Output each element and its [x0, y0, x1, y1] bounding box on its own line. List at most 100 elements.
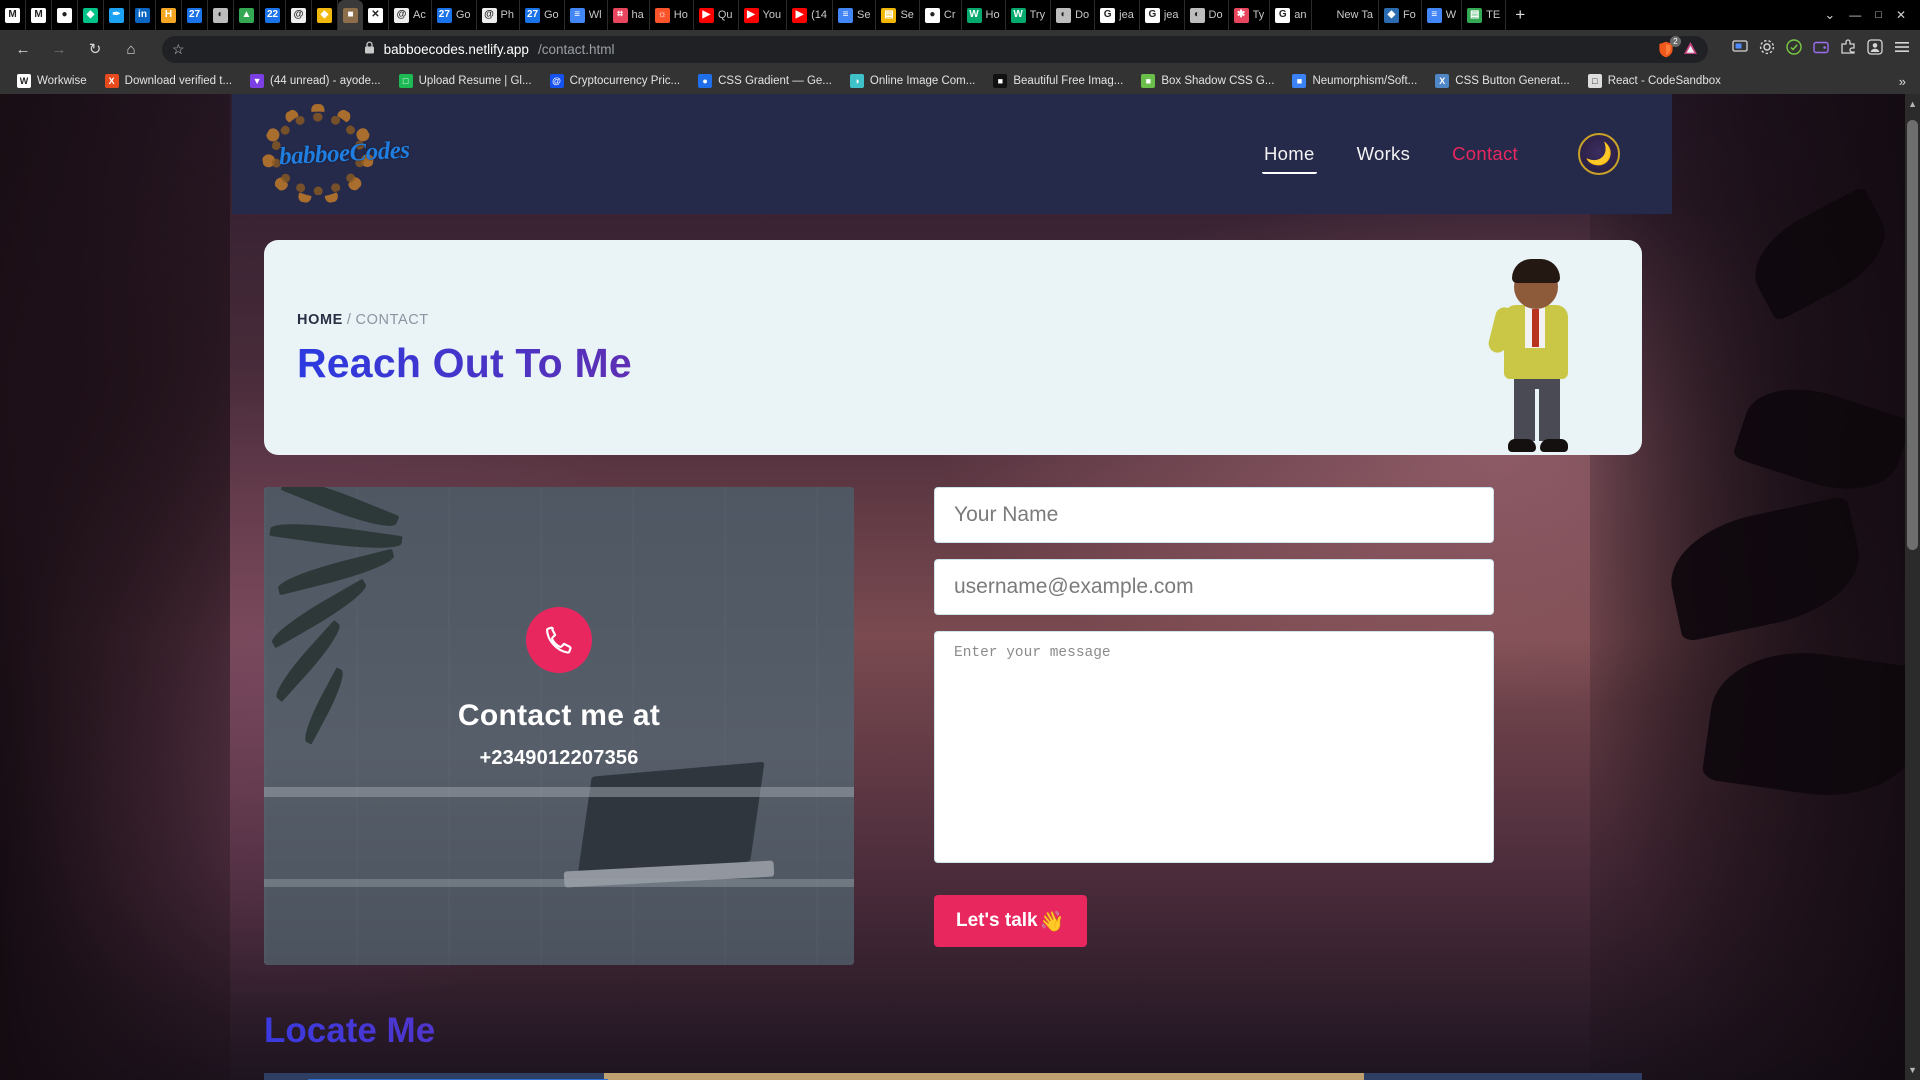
browser-tab[interactable]: ≡ W	[1422, 0, 1463, 30]
reload-button[interactable]: ↻	[82, 36, 108, 62]
breadcrumb-home[interactable]: HOME	[297, 312, 343, 328]
bookmark-item[interactable]: X Download verified t...	[96, 74, 241, 88]
bookmark-item[interactable]: ● CSS Gradient — Ge...	[689, 74, 841, 88]
bookmark-item[interactable]: @ Cryptocurrency Pric...	[541, 74, 690, 88]
browser-tab[interactable]: ◆ Fo	[1379, 0, 1422, 30]
bookmark-item[interactable]: ■ Beautiful Free Imag...	[984, 74, 1132, 88]
phone-number[interactable]: +2349012207356	[479, 747, 638, 770]
maximize-button[interactable]: □	[1875, 9, 1882, 21]
tab-search-icon[interactable]: ⌄	[1824, 7, 1835, 23]
browser-tab[interactable]: ✒	[104, 0, 130, 30]
submit-button[interactable]: Let's talk 👋	[934, 895, 1087, 947]
browser-tab[interactable]: ≡ Wl	[565, 0, 608, 30]
browser-tab[interactable]: W Ho	[962, 0, 1006, 30]
forward-button[interactable]: →	[46, 36, 72, 62]
page-scrollbar[interactable]: ▲ ▼	[1905, 94, 1920, 1080]
scrollbar-thumb[interactable]	[1907, 120, 1918, 550]
message-textarea[interactable]: Enter your message	[934, 631, 1494, 863]
browser-tab[interactable]: 27 Go	[520, 0, 565, 30]
browser-tab[interactable]: W Try	[1006, 0, 1052, 30]
bookmark-item[interactable]: W Workwise	[8, 74, 96, 88]
brave-rewards-icon[interactable]	[1786, 38, 1802, 60]
bookmark-star-icon[interactable]: ☆	[172, 41, 185, 58]
browser-tab[interactable]: ● Cr	[920, 0, 962, 30]
browser-tab[interactable]: ■	[338, 0, 363, 30]
browser-tab[interactable]: ✕	[363, 0, 389, 30]
browser-tab[interactable]: 27 Go	[432, 0, 477, 30]
bookmark-favicon-icon: ◑	[849, 74, 864, 88]
browser-tab[interactable]: 27	[182, 0, 208, 30]
browser-tab[interactable]: Gan	[1270, 0, 1313, 30]
close-button[interactable]: ✕	[1896, 8, 1906, 22]
browser-tab[interactable]: 22	[260, 0, 286, 30]
map-embed[interactable]: Libya Egypt Saudi Arabia	[264, 1073, 1642, 1080]
minimize-button[interactable]: —	[1849, 8, 1861, 22]
browser-tab-label: You	[762, 9, 782, 21]
bookmark-item[interactable]: X CSS Button Generat...	[1426, 74, 1578, 88]
browser-tab[interactable]: ☼ Ho	[650, 0, 694, 30]
browser-tab[interactable]: New Ta	[1312, 0, 1379, 30]
browser-tab[interactable]: @ Ac	[389, 0, 432, 30]
new-tab-button[interactable]: +	[1506, 0, 1534, 30]
extensions-icon[interactable]	[1840, 38, 1856, 60]
browser-tab[interactable]: ◐ Do	[1185, 0, 1229, 30]
site-logo[interactable]: babboeCodes	[262, 104, 410, 204]
browser-tab-label: jea	[1119, 9, 1134, 21]
profile-avatar-icon[interactable]	[1867, 38, 1883, 60]
back-button[interactable]: ←	[10, 36, 36, 62]
logo-mark: babboeCodes	[262, 104, 410, 204]
browser-tab[interactable]: ●	[52, 0, 78, 30]
drive-icon: ▲	[239, 7, 254, 23]
scroll-up-arrow[interactable]: ▲	[1908, 99, 1917, 109]
wallet-icon[interactable]	[1813, 40, 1829, 59]
browser-tab[interactable]: ▲	[234, 0, 260, 30]
browser-tab[interactable]: ◆	[312, 0, 338, 30]
browser-tab[interactable]: ▤ TE	[1462, 0, 1507, 30]
browser-tab[interactable]: Gjea	[1095, 0, 1140, 30]
bookmark-item[interactable]: ■ Neumorphism/Soft...	[1283, 74, 1426, 88]
browser-tab[interactable]: Gjea	[1140, 0, 1185, 30]
warning-triangle-icon[interactable]	[1683, 41, 1698, 58]
bookmark-item[interactable]: ◑ Online Image Com...	[841, 74, 984, 88]
browser-tab-label: Cr	[943, 9, 956, 21]
browser-tab[interactable]: in	[130, 0, 156, 30]
bookmark-item[interactable]: ■ Box Shadow CSS G...	[1132, 74, 1283, 88]
menu-icon[interactable]	[1894, 40, 1910, 59]
cast-icon[interactable]	[1732, 39, 1748, 59]
email-input[interactable]: username@example.com	[934, 559, 1494, 615]
browser-tab-label: W	[1445, 9, 1457, 21]
home-button[interactable]: ⌂	[118, 36, 144, 62]
browser-tab[interactable]: ▶ You	[739, 0, 788, 30]
browser-tab[interactable]: M	[26, 0, 52, 30]
browser-tab[interactable]: ◆	[78, 0, 104, 30]
brave-shields-icon[interactable]: 2	[1658, 35, 1681, 58]
bookmarks-overflow-button[interactable]: »	[1893, 74, 1912, 89]
nav-item-contact[interactable]: Contact	[1452, 143, 1518, 165]
browser-tab[interactable]: ◐	[208, 0, 234, 30]
moon-icon[interactable]: 🌙	[1578, 133, 1620, 175]
name-input[interactable]: Your Name	[934, 487, 1494, 543]
browser-tab[interactable]: ✱ Ty	[1229, 0, 1271, 30]
browser-tab[interactable]: ▶ Qu	[694, 0, 739, 30]
avatar-illustration	[1486, 259, 1580, 455]
browser-tab[interactable]: ◐ Do	[1051, 0, 1096, 30]
bookmark-item[interactable]: ▼ (44 unread) - ayode...	[241, 74, 390, 88]
scroll-down-arrow[interactable]: ▼	[1908, 1065, 1917, 1075]
browser-tab[interactable]: M	[0, 0, 26, 30]
address-bar[interactable]: ☆ babboecodes.netlify.app/contact.html 2	[162, 35, 1708, 63]
browser-tab[interactable]: ≡ Se	[833, 0, 877, 30]
browser-tab[interactable]: @ Ph	[477, 0, 520, 30]
nav-item-works[interactable]: Works	[1357, 143, 1411, 165]
browser-tab[interactable]: ⌗ ha	[608, 0, 650, 30]
nav-item-home[interactable]: Home	[1262, 143, 1317, 174]
settings-gear-icon[interactable]	[1759, 39, 1775, 60]
bookmark-item[interactable]: □ Upload Resume | Gl...	[390, 74, 541, 88]
w3schools-icon: W	[1010, 7, 1026, 23]
bookmark-item[interactable]: □ React - CodeSandbox	[1579, 74, 1730, 88]
browser-tab[interactable]: @	[286, 0, 312, 30]
browser-tab-label: Go	[455, 9, 471, 21]
bookmark-favicon-icon: X	[1435, 74, 1450, 88]
browser-tab[interactable]: ▤ Se	[876, 0, 920, 30]
browser-tab[interactable]: H	[156, 0, 182, 30]
browser-tab[interactable]: ▶ (14	[787, 0, 833, 30]
